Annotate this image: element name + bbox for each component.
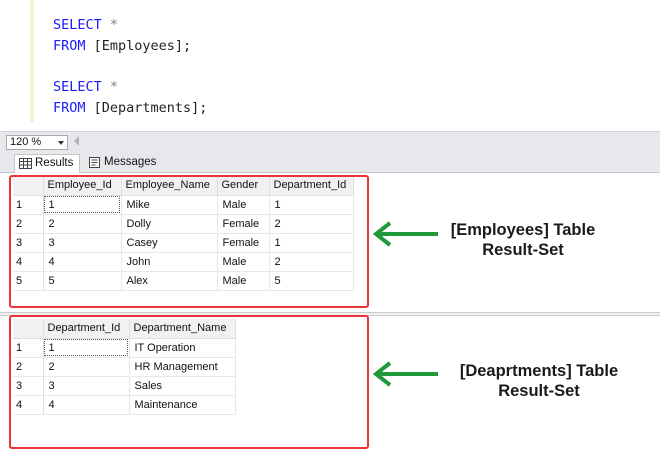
query-editor[interactable]: SELECT * FROM [Employees]; SELECT * FROM… (0, 0, 660, 131)
sql-keyword: SELECT (53, 79, 102, 95)
chevron-down-icon (58, 141, 64, 145)
results-tabstrip: Results Messages (0, 151, 660, 173)
code-line-2[interactable]: FROM [Employees]; (53, 38, 191, 54)
tab-results[interactable]: Results (14, 154, 80, 173)
sql-keyword: SELECT (53, 17, 102, 33)
callout-line: Result-Set (482, 241, 564, 259)
code-line-3[interactable]: SELECT * (53, 79, 118, 95)
employees-highlight-box (9, 175, 369, 308)
sql-text: [Departments]; (85, 100, 208, 116)
scroll-left-icon[interactable] (74, 136, 79, 146)
tab-messages[interactable]: Messages (84, 154, 160, 173)
zoom-dropdown[interactable]: 120 % (6, 135, 68, 150)
zoom-value: 120 % (10, 136, 42, 148)
messages-icon (89, 157, 100, 168)
sql-keyword: FROM (53, 100, 86, 116)
code-line-1[interactable]: SELECT * (53, 17, 118, 33)
editor-change-bar (30, 0, 34, 122)
tab-label: Messages (104, 156, 157, 168)
departments-callout: [Deaprtments] Table Result-Set (444, 361, 634, 401)
sql-text: * (101, 79, 119, 95)
editor-status-bar: 120 % (0, 131, 660, 151)
callout-line: Result-Set (498, 382, 580, 400)
sql-keyword: FROM (53, 38, 86, 54)
employees-callout: [Employees] Table Result-Set (438, 220, 608, 260)
grid-icon (19, 158, 32, 169)
sql-text: * (101, 17, 119, 33)
callout-line: [Deaprtments] Table (459, 362, 619, 380)
code-line-4[interactable]: FROM [Departments]; (53, 100, 207, 116)
departments-highlight-box (9, 315, 369, 449)
arrow-left-icon (372, 221, 438, 247)
sql-text: [Employees]; (85, 38, 192, 54)
callout-line: [Employees] Table (450, 221, 596, 239)
arrow-left-icon (372, 361, 438, 387)
tab-label: Results (35, 157, 74, 169)
